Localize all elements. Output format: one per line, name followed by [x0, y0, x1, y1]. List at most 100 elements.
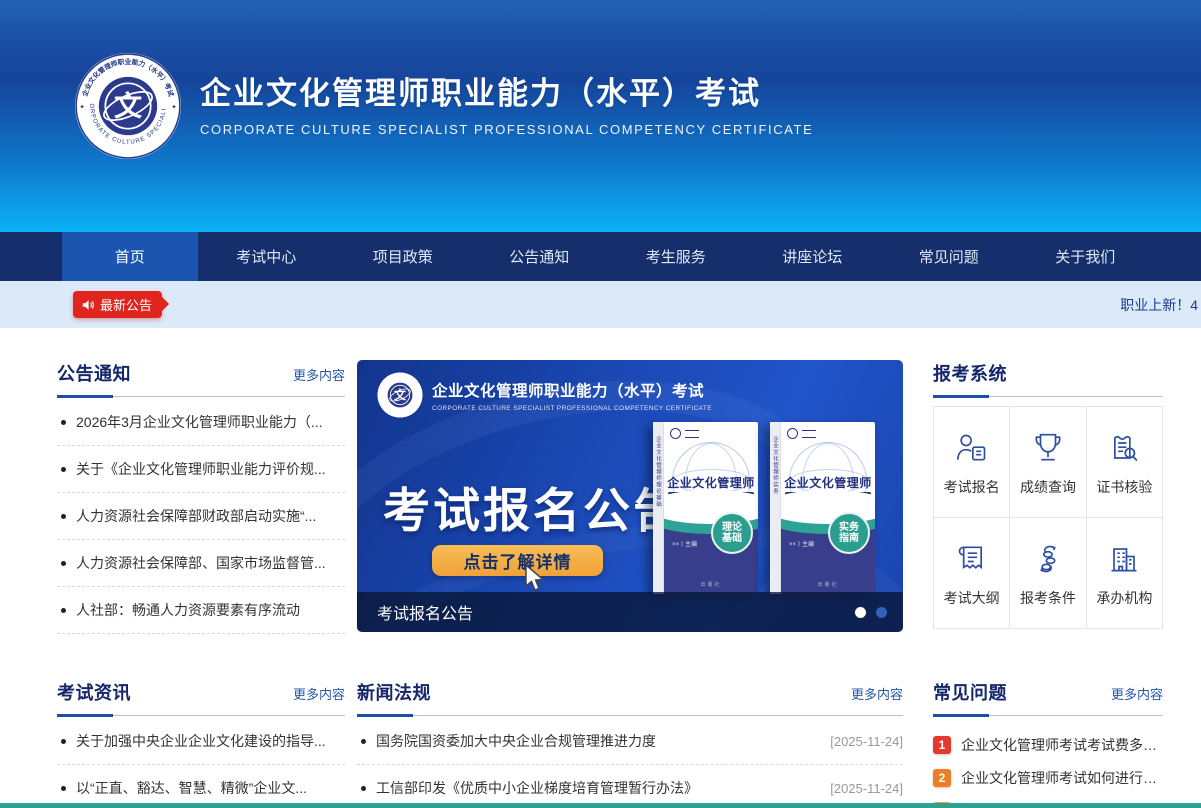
flow-steps-icon	[1028, 539, 1068, 579]
book-title: 企业文化管理师	[664, 474, 758, 491]
news-regulations-more-link[interactable]: 更多内容	[851, 684, 903, 703]
apply-cell-score-query[interactable]: 成绩查询	[1010, 407, 1085, 517]
scroll-document-icon	[952, 539, 992, 579]
bullet-icon	[61, 561, 66, 566]
notice-bar: 最新公告 职业上新！4	[0, 281, 1201, 328]
announcements-section: 公告通知 更多内容 2026年3月企业文化管理师职业能力（... 关于《企业文化…	[57, 360, 345, 634]
apply-cell-apply-conditions[interactable]: 报考条件	[1010, 518, 1085, 628]
announcement-item[interactable]: 人力资源社会保障部财政部启动实施“...	[57, 493, 345, 540]
brand-text: 企业文化管理师职业能力（水平）考试 CORPORATE CULTURE SPEC…	[200, 75, 813, 136]
apply-cell-exam-outline[interactable]: 考试大纲	[934, 518, 1009, 628]
banner-caption-text: 考试报名公告	[377, 600, 845, 624]
book-badge: 理论基础	[711, 512, 753, 554]
nav-item-lecture-forum[interactable]: 讲座论坛	[744, 232, 881, 281]
nav-item-about-us[interactable]: 关于我们	[1017, 232, 1154, 281]
carousel-dots	[845, 607, 887, 618]
announcement-item[interactable]: 2026年3月企业文化管理师职业能力（...	[57, 399, 345, 446]
bullet-icon	[61, 514, 66, 519]
apply-system-grid: 考试报名 成绩查询 证书核验	[933, 406, 1163, 629]
announcement-item[interactable]: 人社部：畅通人力资源要素有序流动	[57, 587, 345, 634]
footer-top-edge	[0, 803, 1201, 808]
apply-system-title: 报考系统	[933, 360, 1007, 386]
book-logo-icon	[787, 428, 816, 439]
faq-section: 常见问题 更多内容 1企业文化管理师考试考试费多少，... 2企业文化管理师考试…	[933, 679, 1163, 808]
book-logo-icon	[670, 428, 699, 439]
faq-item[interactable]: 2企业文化管理师考试如何进行报名...	[933, 761, 1163, 794]
nav-item-announcements[interactable]: 公告通知	[471, 232, 608, 281]
latest-notice-badge[interactable]: 最新公告	[73, 291, 162, 318]
book-title: 企业文化管理师	[781, 474, 875, 491]
book-author: ××丨主编	[672, 539, 697, 548]
apply-cell-certificate-verify[interactable]: 证书核验	[1087, 407, 1162, 517]
main-content: 公告通知 更多内容 2026年3月企业文化管理师职业能力（... 关于《企业文化…	[57, 328, 1163, 808]
nav-item-policies[interactable]: 项目政策	[335, 232, 472, 281]
book-spine-text: 企业文化管理师理论基础	[654, 436, 662, 508]
apply-cell-exam-registration[interactable]: 考试报名	[934, 407, 1009, 517]
content-row-1: 公告通知 更多内容 2026年3月企业文化管理师职业能力（... 关于《企业文化…	[57, 360, 1163, 634]
news-date: [2025-11-24]	[830, 781, 903, 796]
book-publisher: 出版社	[664, 581, 758, 588]
bullet-icon	[61, 467, 66, 472]
banner-brand-title: 企业文化管理师职业能力（水平）考试	[432, 379, 712, 401]
trophy-icon	[1028, 428, 1068, 468]
carousel-dot-active[interactable]	[855, 607, 866, 618]
announcement-item[interactable]: 人力资源社会保障部、国家市场监督管...	[57, 540, 345, 587]
main-nav: 首页 考试中心 项目政策 公告通知 考生服务 讲座论坛 常见问题 关于我们	[0, 232, 1201, 281]
nav-item-candidate-services[interactable]: 考生服务	[608, 232, 745, 281]
building-icon	[1104, 539, 1144, 579]
site-header: 企业文化管理师职业能力（水平）考试 CORPORATE CULTURE SPEC…	[0, 0, 1201, 232]
bullet-icon	[61, 608, 66, 613]
page: 企业文化管理师职业能力（水平）考试 CORPORATE CULTURE SPEC…	[0, 0, 1201, 808]
nav-item-exam-center[interactable]: 考试中心	[198, 232, 335, 281]
nav-item-home[interactable]: 首页	[62, 232, 199, 281]
bullet-icon	[61, 739, 66, 744]
speaker-icon	[81, 298, 95, 312]
news-regulations-title: 新闻法规	[357, 679, 431, 705]
news-item[interactable]: 国务院国资委加大中央企业合规管理推进力度[2025-11-24]	[357, 718, 903, 765]
exam-news-more-link[interactable]: 更多内容	[293, 684, 345, 703]
textbook-cover: 企业文化管理师理论基础 企业文化管理师 职业能力水平考试指定教材 理论基础 ××…	[653, 422, 758, 594]
faq-rank-badge: 2	[933, 769, 951, 787]
carousel-dot[interactable]	[876, 607, 887, 618]
banner-brand-subtitle: CORPORATE CULTURE SPECIALIST PROFESSIONA…	[432, 405, 712, 412]
latest-notice-label: 最新公告	[100, 295, 152, 314]
news-date: [2025-11-24]	[830, 734, 903, 749]
bullet-icon	[61, 786, 66, 791]
site-title: 企业文化管理师职业能力（水平）考试	[200, 75, 813, 112]
banner-headline: 考试报名公告	[383, 472, 683, 541]
exam-news-item[interactable]: 以“正直、豁达、智慧、精微”企业文...	[57, 765, 345, 808]
exam-news-item[interactable]: 关于加强中央企业企业文化建设的指导...	[57, 718, 345, 765]
site-brand: 企业文化管理师职业能力（水平）考试 CORPORATE CULTURE SPEC…	[74, 52, 813, 160]
faq-rank-badge: 1	[933, 736, 951, 754]
banner-brand: 文 企业文化管理师职业能力（水平）考试 CORPORATE CULTURE SP…	[377, 372, 712, 418]
announcement-item[interactable]: 关于《企业文化管理师职业能力评价规...	[57, 446, 345, 493]
svg-text:✦: ✦	[79, 104, 85, 111]
banner-detail-button[interactable]: 点击了解详情	[432, 545, 603, 576]
person-card-icon	[952, 428, 992, 468]
banner-column: 文 企业文化管理师职业能力（水平）考试 CORPORATE CULTURE SP…	[357, 360, 903, 632]
nav-item-faq[interactable]: 常见问题	[881, 232, 1018, 281]
news-item[interactable]: 工信部印发《优质中小企业梯度培育管理暂行办法》[2025-11-24]	[357, 765, 903, 808]
exam-news-title: 考试资讯	[57, 679, 131, 705]
news-regulations-section: 新闻法规 更多内容 国务院国资委加大中央企业合规管理推进力度[2025-11-2…	[357, 679, 903, 808]
book-badge: 实务指南	[828, 512, 870, 554]
site-subtitle: CORPORATE CULTURE SPECIALIST PROFESSIONA…	[200, 122, 813, 137]
carousel-banner[interactable]: 文 企业文化管理师职业能力（水平）考试 CORPORATE CULTURE SP…	[357, 360, 903, 632]
exam-news-section: 考试资讯 更多内容 关于加强中央企业企业文化建设的指导... 以“正直、豁达、智…	[57, 679, 345, 808]
faq-more-link[interactable]: 更多内容	[1111, 684, 1163, 703]
bullet-icon	[61, 420, 66, 425]
banner-logo-icon: 文	[377, 372, 423, 418]
announcements-title: 公告通知	[57, 360, 131, 386]
textbook-cover: 企业文化管理师实务 企业文化管理师 职业能力水平考试指定教材 实务指南 ××丨主…	[770, 422, 875, 594]
svg-text:文: 文	[394, 387, 406, 402]
apply-cell-host-organizations[interactable]: 承办机构	[1087, 518, 1162, 628]
svg-text:✦: ✦	[171, 104, 177, 111]
faq-item[interactable]: 1企业文化管理师考试考试费多少，...	[933, 728, 1163, 761]
book-publisher: 出版社	[781, 581, 875, 588]
book-author: ××丨主编	[789, 539, 814, 548]
bullet-icon	[361, 739, 366, 744]
book-spine-text: 企业文化管理师实务	[771, 436, 779, 495]
notice-ticker[interactable]: 职业上新！4	[1120, 295, 1198, 315]
mouse-cursor-icon	[522, 563, 548, 593]
announcements-more-link[interactable]: 更多内容	[293, 365, 345, 384]
